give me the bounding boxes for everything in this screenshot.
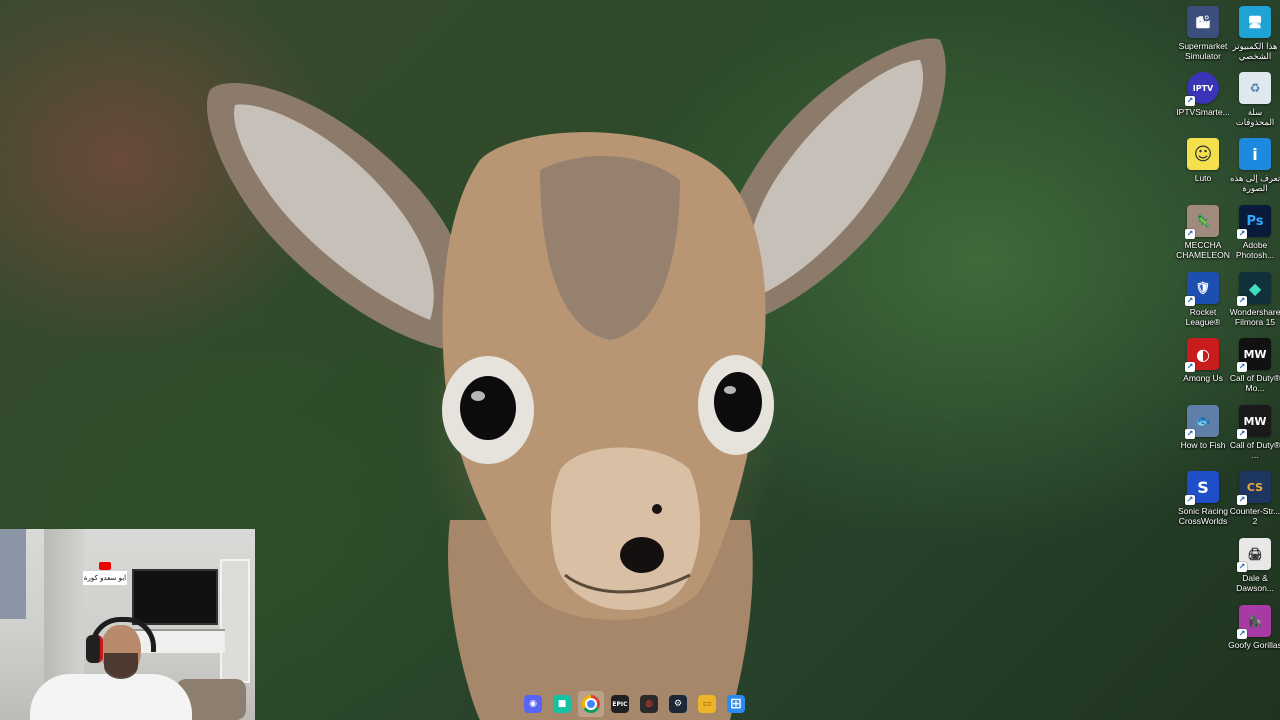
youtube-logo-icon: [99, 562, 111, 570]
counter-strike-icon: CS ↗: [1237, 471, 1271, 505]
desktop-icon-filmora[interactable]: ◆ ↗ Wondershare Filmora 15: [1230, 272, 1280, 327]
file-explorer-icon: ▭: [698, 695, 716, 713]
webcam-person-beard: [104, 653, 138, 679]
call-of-duty-mw-icon: MW ↗: [1237, 338, 1271, 372]
desktop-icon-learn-about-picture[interactable]: i تعرف إلى هذه الصورة: [1230, 138, 1280, 193]
desktop-icon-sonic-racing[interactable]: S ↗ Sonic Racing CrossWorlds: [1178, 471, 1228, 526]
desktop-icon-photoshop[interactable]: Ps ↗ Adobe Photosh...: [1230, 205, 1280, 260]
goofy-gorillas-icon: 🦍 ↗: [1237, 605, 1271, 639]
dale-dawson-icon: 🖨 ↗: [1237, 538, 1271, 572]
shortcut-arrow-icon: ↗: [1237, 629, 1247, 639]
desktop: 🏙 Supermarket Simulator 🖥 هذا الكمبيوتر …: [0, 0, 1280, 720]
app-red-icon: ◍: [640, 695, 658, 713]
epic-games-icon: EPIC: [611, 695, 629, 713]
taskbar-steam[interactable]: ⚙: [665, 691, 691, 717]
shortcut-arrow-icon: ↗: [1185, 229, 1195, 239]
shortcut-arrow-icon: ↗: [1185, 495, 1195, 505]
webcam-background-panel: [0, 529, 26, 619]
desktop-icon-call-of-duty-mw[interactable]: MW ↗ Call of Duty® Mo...: [1230, 338, 1280, 393]
webcam-tv: [132, 569, 218, 625]
desktop-icon-how-to-fish[interactable]: 🐟 ↗ How to Fish: [1178, 405, 1228, 450]
desktop-icon-supermarket-simulator[interactable]: 🏙 Supermarket Simulator: [1178, 6, 1228, 61]
desktop-icon-meccha-chameleon[interactable]: 🦎 ↗ MECCHA CHAMELEON: [1176, 205, 1230, 260]
desktop-icon-this-pc[interactable]: 🖥 هذا الكمبيوتر الشخصي: [1230, 6, 1280, 61]
taskbar: ◉ ■ EPIC ◍ ⚙ ▭ ⊞: [520, 690, 749, 718]
taskbar-file-explorer[interactable]: ▭: [694, 691, 720, 717]
among-us-icon: ◐ ↗: [1185, 338, 1219, 372]
taskbar-epic-games[interactable]: EPIC: [607, 691, 633, 717]
desktop-icon-rocket-league[interactable]: 🛡 ↗ Rocket League®: [1178, 272, 1228, 327]
desktop-icon-dale-dawson[interactable]: 🖨 ↗ Dale & Dawson...: [1230, 538, 1280, 593]
shortcut-arrow-icon: ↗: [1237, 296, 1247, 306]
desktop-icon-recycle-bin[interactable]: ♻ سلة المحذوفات: [1230, 72, 1280, 127]
desktop-icon-grid: 🏙 Supermarket Simulator 🖥 هذا الكمبيوتر …: [1176, 0, 1280, 670]
iptv-smarters-icon: IPTV ↗: [1185, 72, 1219, 106]
shortcut-arrow-icon: ↗: [1237, 495, 1247, 505]
webcam-shelf: [220, 559, 250, 683]
filmora-icon: ◆ ↗: [1237, 272, 1271, 306]
how-to-fish-icon: 🐟 ↗: [1185, 405, 1219, 439]
shortcut-arrow-icon: ↗: [1185, 362, 1195, 372]
recycle-bin-icon: ♻: [1239, 72, 1271, 104]
shortcut-arrow-icon: ↗: [1237, 562, 1247, 572]
webcam-overlay: ابو سعدو كورة: [0, 529, 255, 720]
desktop-icon-among-us[interactable]: ◐ ↗ Among Us: [1178, 338, 1228, 383]
meccha-chameleon-icon: 🦎 ↗: [1185, 205, 1219, 239]
shortcut-arrow-icon: ↗: [1237, 362, 1247, 372]
steam-icon: ⚙: [669, 695, 687, 713]
app-teal-icon: ■: [553, 695, 571, 713]
shortcut-arrow-icon: ↗: [1185, 296, 1195, 306]
luto-icon: ☺: [1187, 138, 1219, 170]
discord-icon: ◉: [524, 695, 542, 713]
shortcut-arrow-icon: ↗: [1185, 429, 1195, 439]
rocket-league-icon: 🛡 ↗: [1185, 272, 1219, 306]
desktop-icon-counter-strike[interactable]: CS ↗ Counter-Str... 2: [1230, 471, 1280, 526]
this-pc-icon: 🖥: [1239, 6, 1271, 38]
supermarket-simulator-icon: 🏙: [1187, 6, 1219, 38]
taskbar-start[interactable]: ⊞: [723, 691, 749, 717]
learn-about-picture-icon: i: [1239, 138, 1271, 170]
photoshop-icon: Ps ↗: [1237, 205, 1271, 239]
webcam-person-shirt: [30, 674, 192, 720]
windows-start-icon: ⊞: [727, 695, 745, 713]
taskbar-discord[interactable]: ◉: [520, 691, 546, 717]
desktop-icon-call-of-duty[interactable]: MW ↗ Call of Duty® ...: [1230, 405, 1280, 460]
call-of-duty-icon: MW ↗: [1237, 405, 1271, 439]
webcam-sign: ابو سعدو كورة: [83, 571, 127, 585]
chrome-icon: [582, 695, 600, 713]
shortcut-arrow-icon: ↗: [1237, 429, 1247, 439]
taskbar-chrome[interactable]: [578, 691, 604, 717]
headphone-cup: [86, 635, 103, 663]
taskbar-app-red[interactable]: ◍: [636, 691, 662, 717]
desktop-icon-goofy-gorillas[interactable]: 🦍 ↗ Goofy Gorillas: [1228, 605, 1280, 650]
desktop-icon-iptv-smarters[interactable]: IPTV ↗ IPTVSmarte...: [1176, 72, 1230, 117]
desktop-icon-luto[interactable]: ☺ Luto: [1178, 138, 1228, 183]
shortcut-arrow-icon: ↗: [1237, 229, 1247, 239]
sonic-racing-icon: S ↗: [1185, 471, 1219, 505]
shortcut-arrow-icon: ↗: [1185, 96, 1195, 106]
taskbar-app-teal[interactable]: ■: [549, 691, 575, 717]
